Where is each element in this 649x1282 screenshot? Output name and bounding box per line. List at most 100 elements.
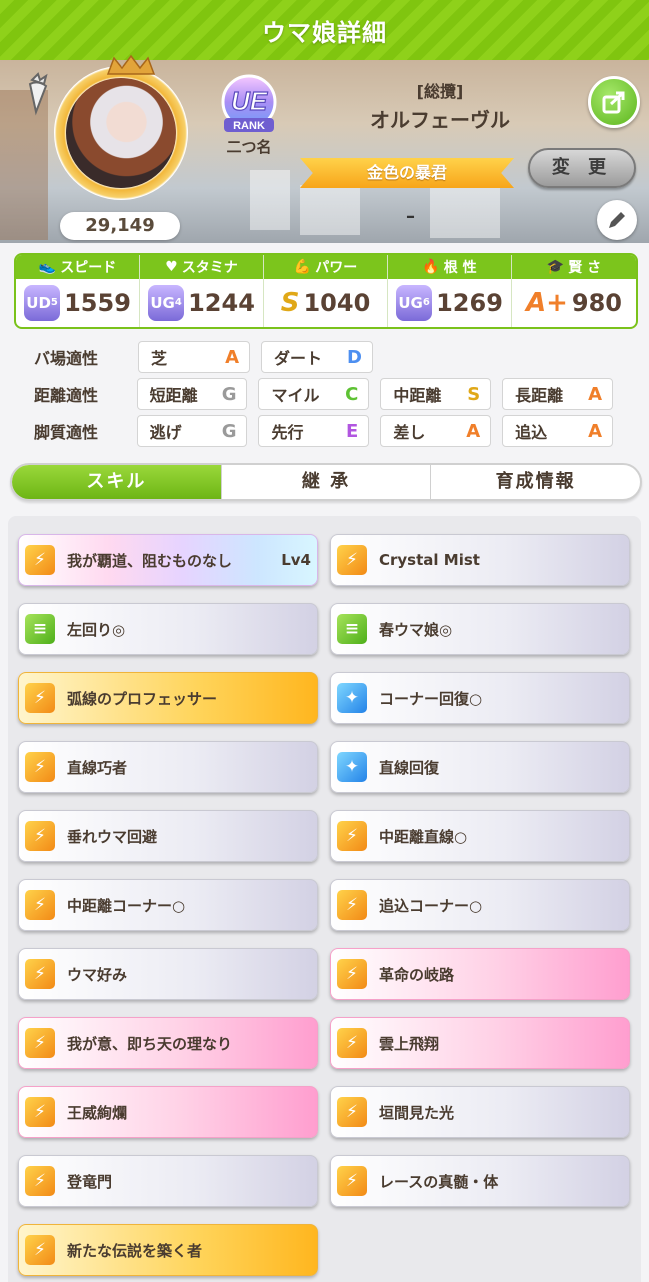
skill-card[interactable]: ⚡ 登竜門	[18, 1155, 318, 1207]
page-title: ウマ娘詳細	[262, 18, 387, 47]
skill-card[interactable]: ≡ 春ウマ娘◎	[330, 603, 630, 655]
stat-label: パワー	[315, 260, 358, 276]
skill-card[interactable]: ⚡ 革命の岐路	[330, 948, 630, 1000]
grade-badge: UG 6	[396, 285, 433, 321]
stat-wisdom: 🎓 賢 さ A+ 980	[512, 255, 636, 327]
shoe-icon: 👟	[38, 259, 57, 275]
share-button[interactable]	[588, 76, 640, 128]
background-building	[250, 170, 290, 230]
skill-card[interactable]: ⚡ 弧線のプロフェッサー	[18, 672, 318, 724]
aptitude-row-distance: 距離適性 短距離 G マイル C 中距離 S 長距離 A	[34, 378, 624, 410]
skill-card[interactable]: ⚡ 雲上飛翔	[330, 1017, 630, 1069]
character-portrait	[66, 78, 176, 188]
skill-card[interactable]: ≡ 左回り◎	[18, 603, 318, 655]
grade-badge: UG 4	[148, 285, 185, 321]
skill-name: 中距離直線○	[379, 827, 468, 846]
skill-icon: ✦	[337, 752, 367, 782]
skill-icon: ⚡	[25, 821, 55, 851]
stats-panel: 👟 スピード UD 5 1559 ♥ スタミナ UG 4 1244 💪 パワー S 104…	[14, 253, 638, 329]
aptitude-turf: 芝A	[138, 341, 250, 373]
grade-badge: S	[280, 288, 300, 318]
skill-card[interactable]: ✦ 直線回復	[330, 741, 630, 793]
background-building	[300, 185, 360, 235]
skill-card[interactable]: ⚡ 直線巧者	[18, 741, 318, 793]
skill-card[interactable]: ⚡ レースの真髄・体	[330, 1155, 630, 1207]
skill-icon: ⚡	[25, 683, 55, 713]
skill-card[interactable]: ⚡ 追込コーナー○	[330, 879, 630, 931]
stat-label: スタミナ	[181, 260, 238, 276]
tab-skills[interactable]: スキル	[12, 465, 222, 499]
skill-name: 雲上飛翔	[379, 1034, 440, 1053]
skill-name: 春ウマ娘◎	[379, 620, 453, 639]
skill-card[interactable]: ⚡ Crystal Mist	[330, 534, 630, 586]
skill-name: Crystal Mist	[379, 551, 480, 569]
skill-name: コーナー回復○	[379, 689, 483, 708]
skill-icon: ⚡	[337, 890, 367, 920]
skill-name: 垂れウマ回避	[67, 827, 158, 846]
aptitude-mile: マイル C	[258, 378, 370, 410]
rank-sub-label: 二つ名	[226, 138, 272, 156]
skill-name: 直線巧者	[67, 758, 128, 777]
skill-name: 垣間見た光	[379, 1103, 455, 1122]
skill-card[interactable]: ⚡ 新たな伝説を築く者	[18, 1224, 318, 1276]
skill-icon: ⚡	[337, 959, 367, 989]
stat-value: 1269	[436, 289, 503, 317]
stat-label: 賢 さ	[568, 260, 602, 276]
skill-icon: ⚡	[25, 752, 55, 782]
skill-card[interactable]: ⚡ 中距離直線○	[330, 810, 630, 862]
grade-badge: UD 5	[24, 285, 61, 321]
character-name: オルフェーヴル	[370, 108, 510, 132]
skill-icon: ⚡	[25, 890, 55, 920]
name-block: [総攬] オルフェーヴル	[330, 78, 550, 133]
skill-icon: ⚡	[337, 1028, 367, 1058]
skill-icon: ⚡	[25, 1166, 55, 1196]
stat-label: 根 性	[443, 260, 477, 276]
skill-card[interactable]: ⚡ 垂れウマ回避	[18, 810, 318, 862]
skill-card[interactable]: ⚡ 中距離コーナー○	[18, 879, 318, 931]
stat-power: 💪 パワー S 1040	[264, 255, 388, 327]
rank-badge-icon: UE RANK	[221, 74, 277, 132]
skill-card[interactable]: ⚡ 我が意、即ち天の理なり	[18, 1017, 318, 1069]
skill-name: 弧線のプロフェッサー	[67, 689, 218, 708]
carrot-icon[interactable]	[22, 72, 54, 116]
aptitude-dirt: ダート D	[261, 341, 373, 373]
change-button[interactable]: 変 更	[528, 148, 636, 188]
aptitude-sprint: 短距離 G	[136, 378, 248, 410]
rank-word: RANK	[233, 120, 265, 132]
aptitude-medium: 中距離 S	[380, 378, 492, 410]
aptitude-pace-chaser: 先行 E	[258, 415, 370, 447]
skill-icon: ⚡	[25, 545, 55, 575]
skill-card[interactable]: ⚡ ウマ好み	[18, 948, 318, 1000]
aptitude-row-ground: バ場適性 芝A ダート D	[34, 341, 624, 373]
stat-value: 1040	[303, 289, 371, 317]
stat-value: 1244	[188, 289, 255, 317]
pencil-icon	[609, 212, 625, 228]
sub-value: –	[406, 206, 415, 227]
skill-icon: ⚡	[337, 1097, 367, 1127]
tab-inheritance[interactable]: 継 承	[222, 465, 432, 499]
skill-name: 我が覇道、阻むものなし	[67, 551, 233, 570]
aptitude-label: 脚質適性	[34, 423, 99, 442]
skill-card[interactable]: ⚡ 垣間見た光	[330, 1086, 630, 1138]
title-tag: [総攬]	[416, 82, 464, 101]
skill-icon: ⚡	[25, 1028, 55, 1058]
skill-icon: ⚡	[25, 959, 55, 989]
skill-card[interactable]: ⚡ 我が覇道、阻むものなし Lv4	[18, 534, 318, 586]
stat-speed: 👟 スピード UD 5 1559	[16, 255, 140, 327]
skill-icon: ⚡	[25, 1097, 55, 1127]
aptitude-row-style: 脚質適性 逃げ G 先行 E 差し A 追込 A	[34, 415, 624, 447]
skill-icon: ⚡	[337, 1166, 367, 1196]
skill-card[interactable]: ⚡ 王威絢爛	[18, 1086, 318, 1138]
aptitude-label: 距離適性	[34, 386, 99, 405]
heart-icon: ♥	[165, 259, 178, 275]
flame-icon: 🔥	[422, 259, 440, 275]
skill-name: ウマ好み	[67, 965, 128, 984]
aptitude-end-closer: 追込 A	[502, 415, 613, 447]
stat-value: 980	[571, 289, 623, 317]
skill-icon: ⚡	[337, 545, 367, 575]
edit-button[interactable]	[597, 200, 637, 240]
skill-card[interactable]: ✦ コーナー回復○	[330, 672, 630, 724]
aptitude-long: 長距離 A	[502, 378, 613, 410]
aptitude-label: バ場適性	[34, 349, 99, 368]
tab-training-info[interactable]: 育成情報	[431, 465, 640, 499]
